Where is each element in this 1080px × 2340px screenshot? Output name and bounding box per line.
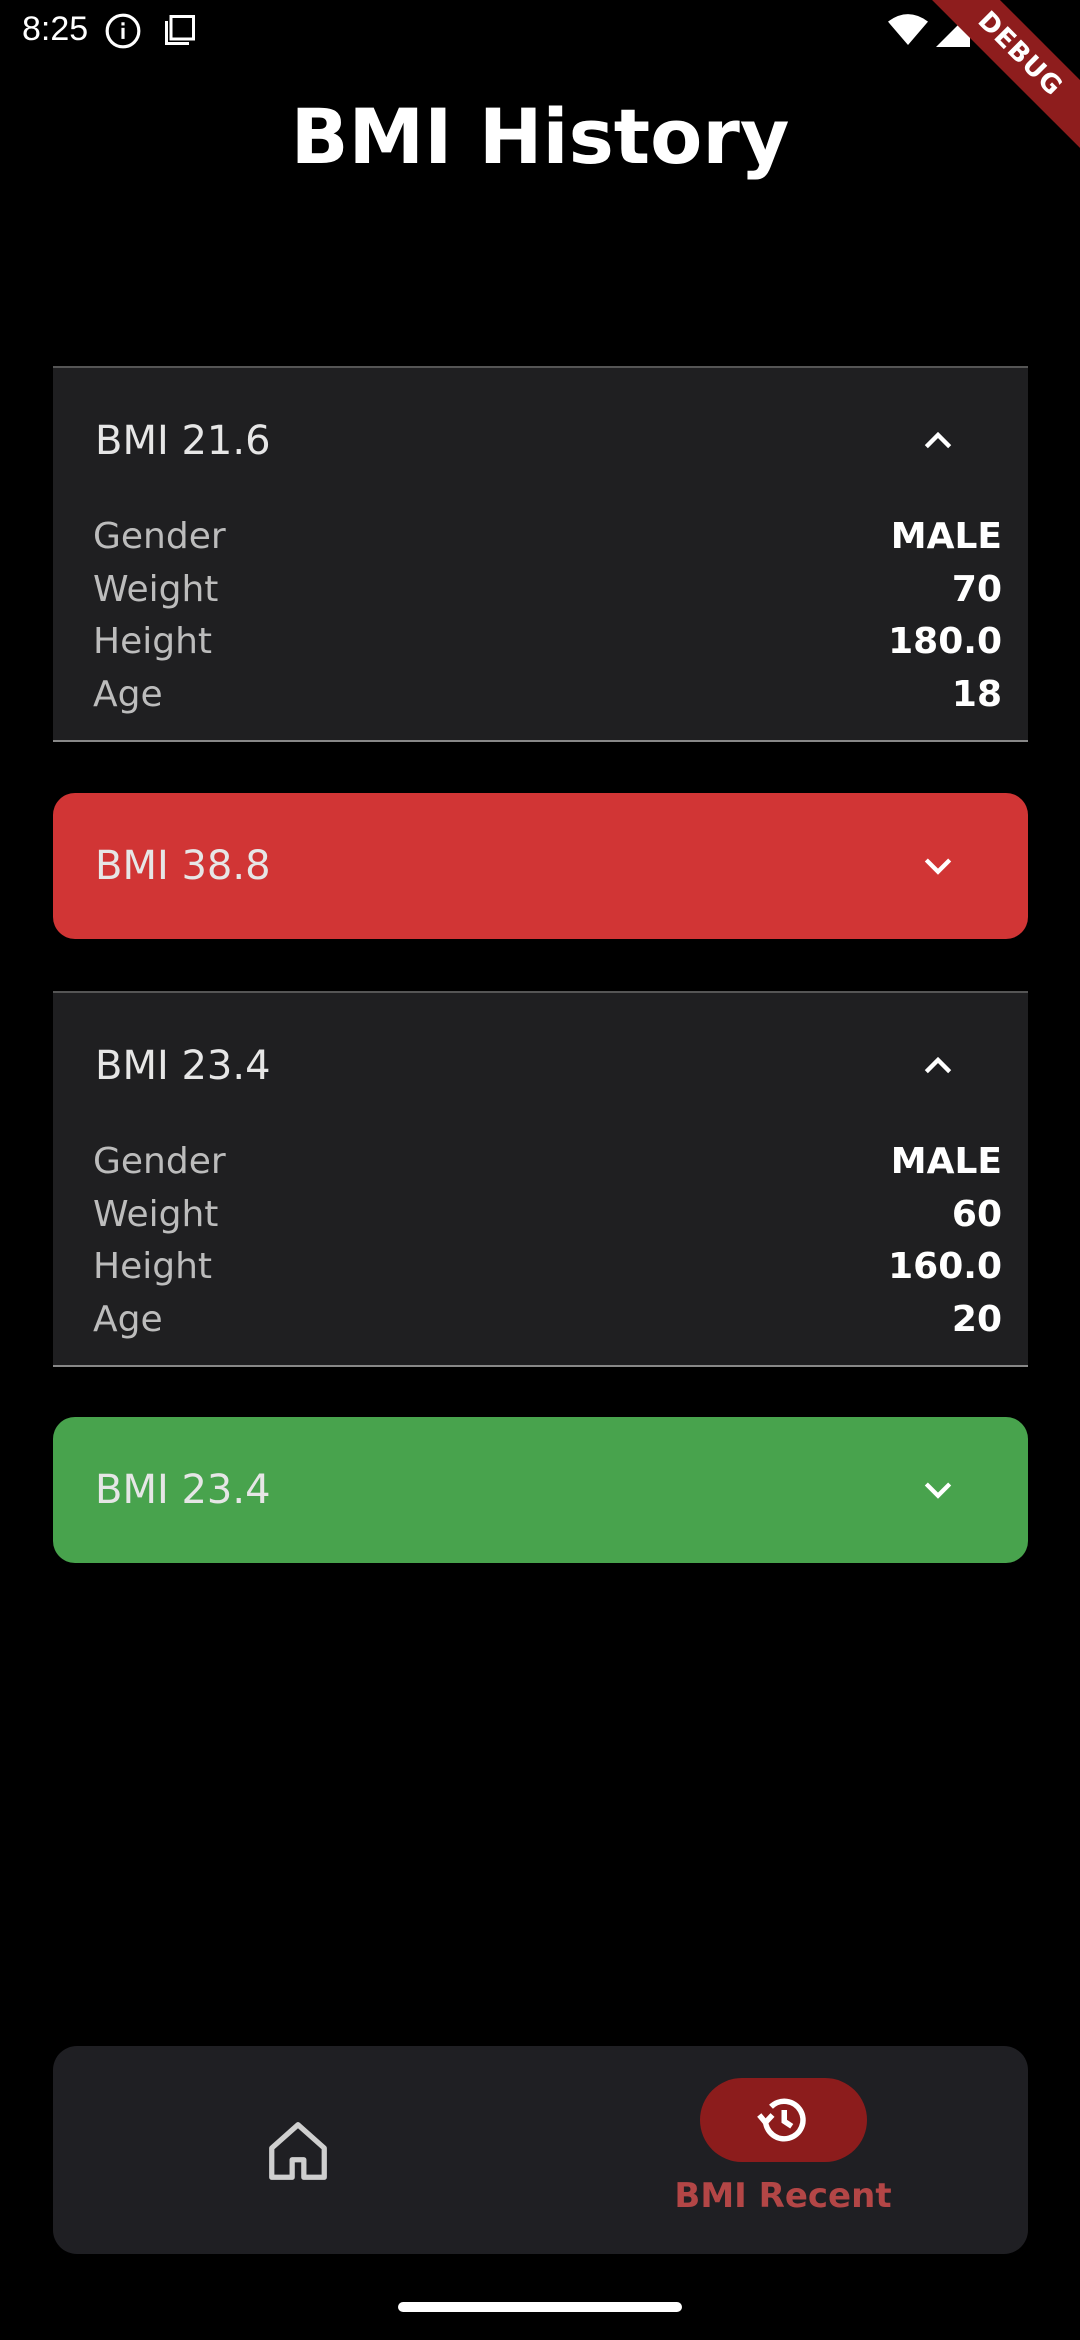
detail-row-gender: Gender MALE [93,1141,1002,1194]
page-title: BMI History [290,92,790,181]
detail-label: Gender [93,516,226,557]
status-bar: 8:25 [0,0,1080,62]
card-details: Gender MALE Weight 60 Height 160.0 Age 20 [93,1141,1002,1351]
history-card[interactable]: BMI 21.6 Gender MALE Weight 70 Height 180.0… [53,366,1028,742]
history-card[interactable]: BMI 23.4 Gender MALE Weight 60 Height 160.0… [53,991,1028,1367]
detail-value: 60 [951,1193,1002,1235]
chevron-up-icon[interactable] [918,1045,958,1085]
detail-row-age: Age 20 [93,1299,1002,1352]
detail-row-age: Age 18 [93,674,1002,727]
detail-label: Age [93,1298,163,1340]
detail-value: MALE [890,516,1002,557]
bmi-value: BMI 38.8 [95,843,271,889]
bmi-value: BMI 21.6 [95,418,271,464]
detail-value: 70 [951,568,1002,610]
detail-value: 160.0 [888,1246,1002,1287]
detail-row-gender: Gender MALE [93,516,1002,569]
history-icon [757,2098,806,2142]
detail-label: Gender [93,1141,226,1182]
status-time: 8:25 [22,10,89,48]
home-indicator[interactable] [398,2302,682,2312]
detail-label: Weight [93,1193,219,1235]
screenshot-icon [162,12,198,52]
detail-value: 18 [951,673,1002,715]
chevron-down-icon[interactable] [918,1469,958,1509]
home-icon[interactable] [263,2116,333,2186]
detail-row-height: Height 180.0 [93,621,1002,674]
bmi-value: BMI 23.4 [95,1043,271,1089]
card-header[interactable]: BMI 23.4 [53,993,1028,1139]
detail-value: 180.0 [888,621,1002,662]
wifi-icon [888,12,928,52]
detail-label: Age [93,673,163,715]
nav-label-bmi-recent[interactable]: BMI Recent [603,2176,963,2216]
nav-item-bmi-recent[interactable] [700,2078,867,2162]
detail-label: Weight [93,568,219,610]
info-icon [104,12,142,54]
detail-row-height: Height 160.0 [93,1246,1002,1299]
history-card[interactable]: BMI 38.8 [53,793,1028,939]
detail-value: MALE [890,1141,1002,1182]
card-header[interactable]: BMI 23.4 [53,1417,1028,1563]
chevron-up-icon[interactable] [918,420,958,460]
chevron-down-icon[interactable] [918,845,958,885]
bottom-nav: BMI Recent [53,2046,1028,2254]
detail-label: Height [93,1246,213,1287]
detail-row-weight: Weight 60 [93,1194,1002,1247]
detail-row-weight: Weight 70 [93,569,1002,622]
detail-value: 20 [951,1298,1002,1340]
card-details: Gender MALE Weight 70 Height 180.0 Age 18 [93,516,1002,726]
bmi-value: BMI 23.4 [95,1467,271,1513]
detail-label: Height [93,621,213,662]
history-card[interactable]: BMI 23.4 [53,1417,1028,1563]
card-header[interactable]: BMI 21.6 [53,368,1028,514]
card-header[interactable]: BMI 38.8 [53,793,1028,939]
